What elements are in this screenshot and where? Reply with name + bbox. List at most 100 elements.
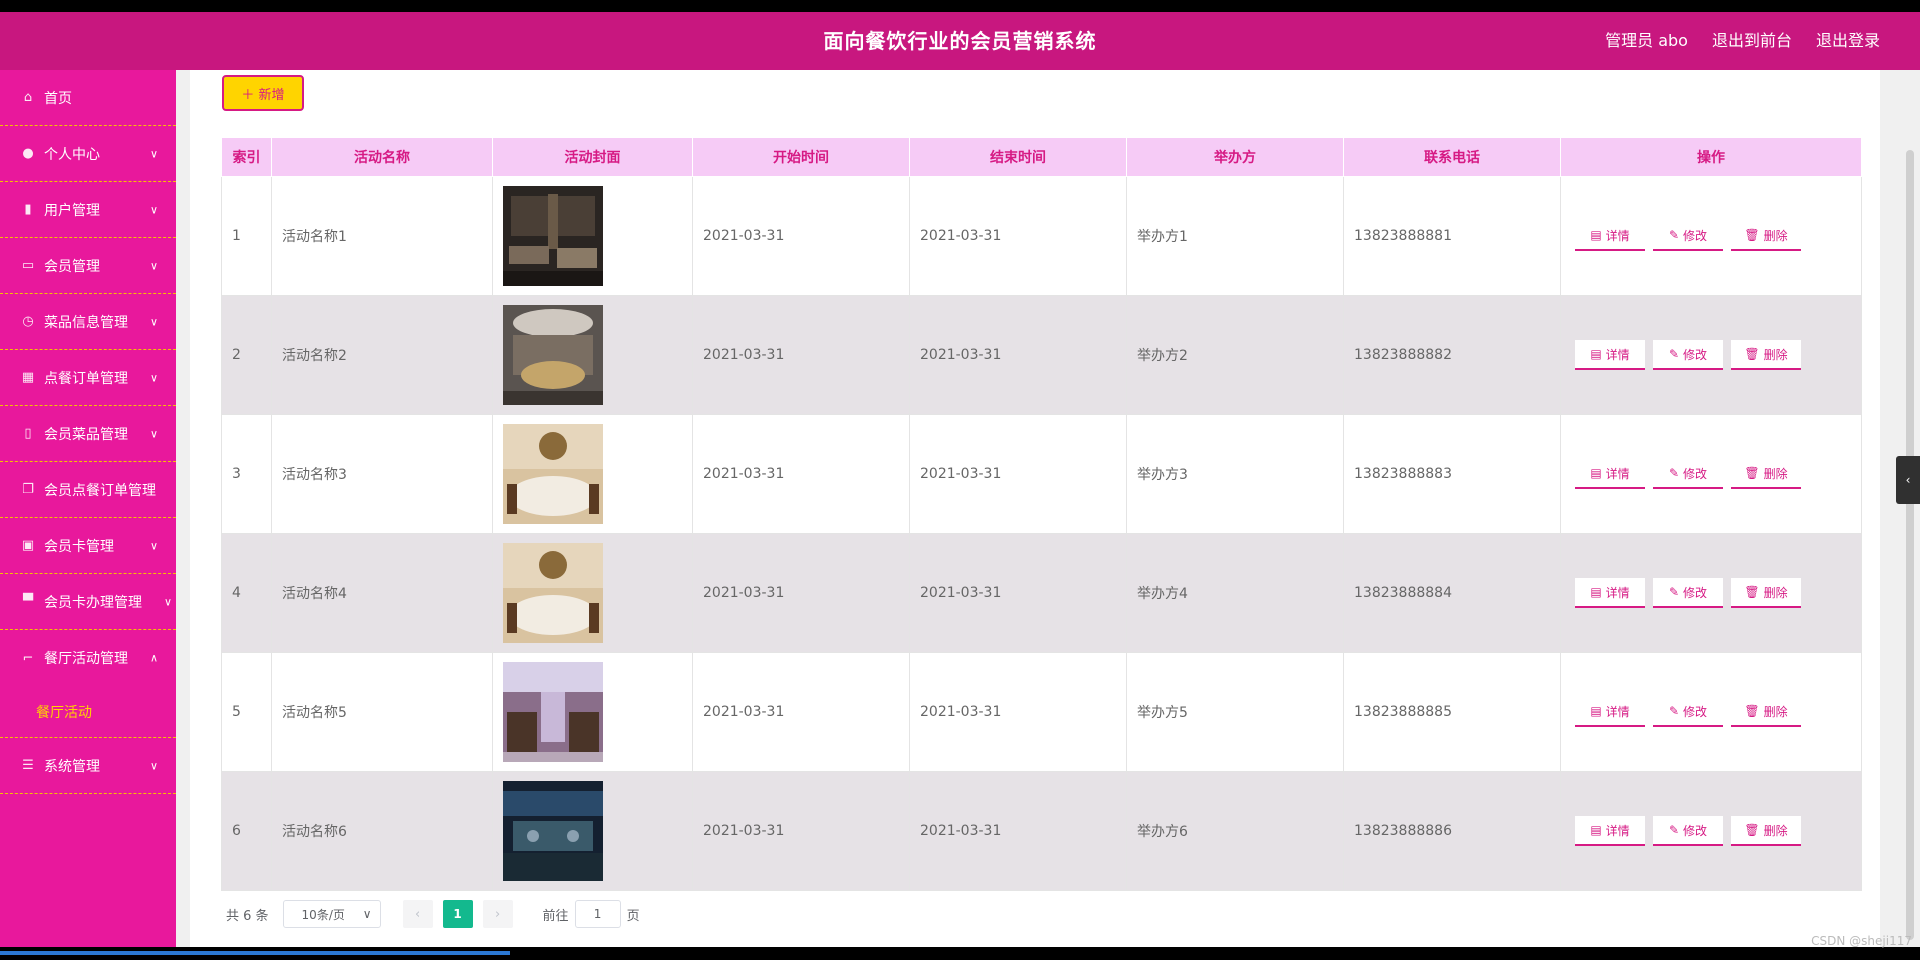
document-icon: ▤ <box>1590 704 1602 718</box>
column-header[interactable]: 开始时间 <box>692 137 910 177</box>
edit-button[interactable]: ✎ 修改 <box>1653 578 1723 608</box>
sidebar-item-label: 会员管理 <box>44 258 100 275</box>
exit-to-front-link[interactable]: 退出到前台 <box>1712 12 1792 70</box>
edit-button[interactable]: ✎ 修改 <box>1653 697 1723 727</box>
cell-name: 活动名称2 <box>271 295 493 415</box>
sidebar-item-label: 会员菜品管理 <box>44 426 128 443</box>
page-size-value: 10条/页 <box>301 907 345 922</box>
delete-button[interactable]: 🗑 删除 <box>1731 221 1801 251</box>
page-number-current[interactable]: 1 <box>442 900 473 928</box>
cell-index: 2 <box>221 295 272 415</box>
pencil-icon: ✎ <box>1668 347 1680 361</box>
delete-button[interactable]: 🗑 删除 <box>1731 340 1801 370</box>
chevron-down-icon: ∨ <box>149 427 158 440</box>
cell-phone: 13823888882 <box>1343 295 1561 415</box>
column-header[interactable]: 活动名称 <box>271 137 493 177</box>
sidebar-item-home[interactable]: ⌂ 首页 <box>0 70 176 126</box>
activity-cover-image[interactable] <box>503 424 603 524</box>
activity-cover-image[interactable] <box>503 186 603 286</box>
sidebar-item-label: 系统管理 <box>44 758 100 775</box>
current-user: 管理员 abo <box>1605 31 1688 50</box>
cell-name: 活动名称3 <box>271 414 493 534</box>
edit-button[interactable]: ✎ 修改 <box>1653 459 1723 489</box>
chevron-down-icon: ∨ <box>149 371 158 384</box>
sidebar-item-card-application[interactable]: ▀ 会员卡办理管理 ∨ <box>0 574 176 630</box>
column-header[interactable]: 索引 <box>221 137 272 177</box>
cell-index: 1 <box>221 176 272 296</box>
edit-button[interactable]: ✎ 修改 <box>1653 221 1723 251</box>
chevron-down-icon: ∨ <box>149 259 158 272</box>
total-count: 共 6 条 <box>226 908 269 924</box>
detail-button[interactable]: ▤ 详情 <box>1575 697 1645 727</box>
sidebar-item-member-card[interactable]: ▣ 会员卡管理 ∨ <box>0 518 176 574</box>
sidebar-item-user-management[interactable]: ▮ 用户管理 ∨ <box>0 182 176 238</box>
sidebar-item-label: 首页 <box>44 90 72 107</box>
logout-link[interactable]: 退出登录 <box>1816 12 1880 70</box>
cell-name: 活动名称5 <box>271 652 493 772</box>
cell-actions: ▤ 详情 ✎ 修改 🗑 删除 <box>1560 176 1862 296</box>
sidebar-subitem-activity[interactable]: 餐厅活动 <box>0 686 176 738</box>
sidebar-item-dish-info[interactable]: ◷ 菜品信息管理 ∨ <box>0 294 176 350</box>
activity-cover-image[interactable] <box>503 781 603 881</box>
chevron-up-icon: ∧ <box>149 651 158 665</box>
vertical-scrollbar[interactable] <box>1906 150 1914 940</box>
prev-page-button[interactable]: ‹ <box>402 900 433 928</box>
edit-label: 修改 <box>1683 585 1708 600</box>
table-row: 1 活动名称1 2021-03-31 2021-03-31 举办方1 13823… <box>221 176 1862 296</box>
sidebar-item-personal-center[interactable]: ● 个人中心 ∨ <box>0 126 176 182</box>
sidebar-item-member-dish[interactable]: ▯ 会员菜品管理 ∨ <box>0 406 176 462</box>
sidebar-item-restaurant-activity[interactable]: ⌐ 餐厅活动管理 ∧ <box>0 630 176 686</box>
column-header[interactable]: 活动封面 <box>492 137 693 177</box>
table-row: 6 活动名称6 2021-03-31 2021-03-31 举办方6 13823… <box>221 771 1862 891</box>
column-header[interactable]: 举办方 <box>1126 137 1344 177</box>
goto-page-input[interactable]: 1 <box>574 900 621 928</box>
sidebar-item-system-management[interactable]: ☰ 系统管理 ∨ <box>0 738 176 794</box>
sidebar-item-label: 个人中心 <box>44 146 100 163</box>
edit-button[interactable]: ✎ 修改 <box>1653 340 1723 370</box>
detail-button[interactable]: ▤ 详情 <box>1575 459 1645 489</box>
cell-phone: 13823888886 <box>1343 771 1561 891</box>
column-header[interactable]: 联系电话 <box>1343 137 1561 177</box>
detail-button[interactable]: ▤ 详情 <box>1575 221 1645 251</box>
sidebar-item-member-order[interactable]: ❐ 会员点餐订单管理 <box>0 462 176 518</box>
chevron-right-icon: › <box>494 906 501 922</box>
main-panel: ＋ 新增 索引 活动名称 活动封面 开始时间 结束时间 举办方 联系电话 操作 … <box>190 70 1880 947</box>
cell-host: 举办方6 <box>1126 771 1344 891</box>
delete-label: 删除 <box>1763 466 1788 481</box>
activity-cover-image[interactable] <box>503 543 603 643</box>
cell-phone: 13823888883 <box>1343 414 1561 534</box>
trash-icon: 🗑 <box>1744 585 1760 599</box>
column-header[interactable]: 结束时间 <box>909 137 1127 177</box>
pencil-icon: ✎ <box>1668 585 1680 599</box>
delete-button[interactable]: 🗑 删除 <box>1731 816 1801 846</box>
sidebar-item-label: 会员卡管理 <box>44 538 114 555</box>
next-page-button[interactable]: › <box>482 900 513 928</box>
detail-button[interactable]: ▤ 详情 <box>1575 816 1645 846</box>
column-header[interactable]: 操作 <box>1560 137 1862 177</box>
watermark: CSDN @sheji117 <box>1811 934 1912 948</box>
cell-cover <box>492 533 693 653</box>
activity-cover-image[interactable] <box>503 662 603 762</box>
detail-label: 详情 <box>1605 228 1630 243</box>
cell-start-time: 2021-03-31 <box>692 414 910 534</box>
goto-label: 前往 <box>542 908 569 924</box>
page-size-select[interactable]: 10条/页 ∨ <box>282 900 381 928</box>
trash-icon: 🗑 <box>1744 228 1760 242</box>
chevron-down-icon: ∨ <box>163 595 172 608</box>
side-panel-toggle[interactable]: ‹ <box>1896 456 1920 504</box>
delete-button[interactable]: 🗑 删除 <box>1731 459 1801 489</box>
cell-end-time: 2021-03-31 <box>909 533 1127 653</box>
sidebar-item-member-management[interactable]: ▭ 会员管理 ∨ <box>0 238 176 294</box>
add-button[interactable]: ＋ 新增 <box>222 75 304 111</box>
cell-end-time: 2021-03-31 <box>909 176 1127 296</box>
activity-cover-image[interactable] <box>503 305 603 405</box>
detail-button[interactable]: ▤ 详情 <box>1575 578 1645 608</box>
detail-button[interactable]: ▤ 详情 <box>1575 340 1645 370</box>
pencil-icon: ✎ <box>1668 704 1680 718</box>
delete-button[interactable]: 🗑 删除 <box>1731 578 1801 608</box>
cell-phone: 13823888884 <box>1343 533 1561 653</box>
sidebar-item-order-management[interactable]: ▦ 点餐订单管理 ∨ <box>0 350 176 406</box>
edit-button[interactable]: ✎ 修改 <box>1653 816 1723 846</box>
cell-cover <box>492 652 693 772</box>
delete-button[interactable]: 🗑 删除 <box>1731 697 1801 727</box>
